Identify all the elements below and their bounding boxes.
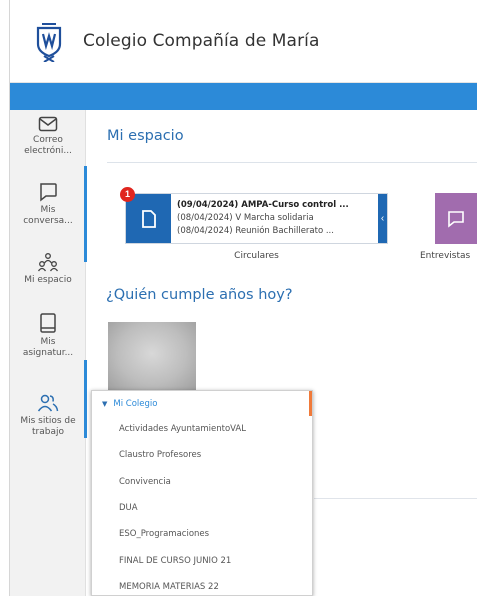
dropdown-item[interactable]: MEMORIA MATERIAS 22 xyxy=(92,574,312,595)
dropdown-item[interactable]: Claustro Profesores xyxy=(92,442,312,468)
mail-icon xyxy=(38,116,58,132)
sidebar-item-label: Correo electróni... xyxy=(24,135,72,156)
birthday-photo[interactable] xyxy=(108,322,196,392)
document-icon xyxy=(141,209,156,228)
chat-icon xyxy=(40,183,57,202)
list-item[interactable]: (08/04/2024) Reunión Bachillerato ... xyxy=(177,225,349,238)
sidebar-active-indicator xyxy=(84,360,87,438)
book-icon xyxy=(40,313,56,333)
sidebar-item-email[interactable]: Correo electróni... xyxy=(10,116,86,157)
entrevistas-tile[interactable] xyxy=(435,193,477,244)
dropdown-item[interactable]: ESO_Programaciones xyxy=(92,521,312,547)
sidebar-item-mi-espacio[interactable]: Mi espacio xyxy=(10,252,86,286)
caret-down-icon: ▼ xyxy=(102,399,108,408)
divider xyxy=(107,162,477,163)
circulares-caption: Circulares xyxy=(234,251,279,261)
list-item[interactable]: (09/04/2024) AMPA-Curso control ... xyxy=(177,199,349,212)
list-item[interactable]: (08/04/2024) V Marcha solidaria xyxy=(177,212,349,225)
users-icon xyxy=(37,394,59,412)
dropdown-header-label: Mi Colegio xyxy=(113,398,158,409)
entrevistas-caption: Entrevistas xyxy=(420,251,471,261)
divider xyxy=(314,498,477,499)
sidebar: Correo electróni... Mis conversa... Mi e… xyxy=(10,110,87,596)
birthday-title: ¿Quién cumple años hoy? xyxy=(106,287,293,303)
school-logo xyxy=(36,23,62,62)
circulares-tile[interactable] xyxy=(126,194,171,243)
dropdown-header[interactable]: ▼ Mi Colegio xyxy=(92,391,312,416)
dropdown-item[interactable]: Actividades AyuntamientoVAL xyxy=(92,416,312,442)
app-header: Colegio Compañía de María xyxy=(10,0,477,83)
sidebar-item-conversations[interactable]: Mis conversa... xyxy=(10,182,86,227)
sidebar-item-asignaturas[interactable]: Mis asignatur... xyxy=(10,312,86,359)
dropdown-item[interactable]: FINAL DE CURSO JUNIO 21 xyxy=(92,547,312,573)
chat-icon xyxy=(448,210,464,228)
sidebar-item-label: Mis asignatur... xyxy=(22,337,74,358)
top-nav-bar xyxy=(10,83,477,110)
dropdown-item[interactable]: DUA xyxy=(92,495,312,521)
sidebar-item-label: Mi espacio xyxy=(24,275,72,285)
sidebar-item-sitios-trabajo[interactable]: Mis sitios de trabajo xyxy=(10,393,86,438)
app-title: Colegio Compañía de María xyxy=(83,31,320,51)
window-left-edge xyxy=(0,0,10,596)
collapse-arrow-icon[interactable]: ‹ xyxy=(378,194,387,243)
workspace-dropdown: ▼ Mi Colegio Actividades AyuntamientoVAL… xyxy=(91,390,313,596)
circulares-widget[interactable]: 1 (09/04/2024) AMPA-Curso control ... (0… xyxy=(120,187,388,244)
sidebar-item-label: Mis sitios de trabajo xyxy=(20,416,76,437)
section-title: Mi espacio xyxy=(107,128,184,144)
sidebar-item-label: Mis conversa... xyxy=(23,205,73,226)
dropdown-item[interactable]: Convivencia xyxy=(92,469,312,495)
notification-badge: 1 xyxy=(120,187,135,202)
people-group-icon xyxy=(37,253,59,272)
sidebar-scroll-indicator xyxy=(84,166,87,262)
circulares-list: (09/04/2024) AMPA-Curso control ... (08/… xyxy=(177,199,349,238)
